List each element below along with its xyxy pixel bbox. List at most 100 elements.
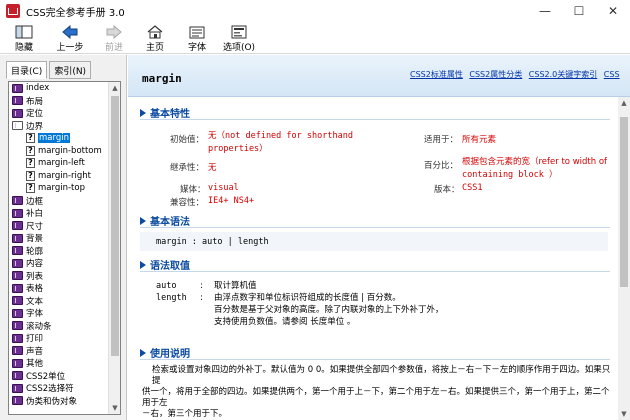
link-css[interactable]: CSS (604, 70, 620, 79)
scroll-up-icon[interactable]: ▲ (109, 82, 120, 94)
initial-value: 无（not defined for shorthand (208, 129, 353, 141)
maximize-button[interactable]: ☐ (562, 0, 596, 22)
value-row-length-cont2: 支持使用负数值。请参阅 长度单位 。 (214, 317, 356, 327)
tree-item-background[interactable]: 背景 (9, 232, 109, 245)
help-page-icon: ? (26, 170, 35, 181)
tree-item-label: 其他 (26, 359, 44, 370)
tree-item-padding[interactable]: 补白 (9, 207, 109, 220)
forward-arrow-icon (105, 24, 123, 40)
tree-item-margin-bottom[interactable]: ? margin-bottom (9, 145, 109, 158)
percent-value-cont: containing block ） (462, 170, 558, 180)
tree-item-margin-right[interactable]: ? margin-right (9, 170, 109, 183)
tree-item-table[interactable]: 表格 (9, 282, 109, 295)
tab-index[interactable]: 索引(N) (49, 61, 92, 79)
value-desc: 取计算机值 (214, 281, 257, 291)
value-key: auto (156, 281, 177, 291)
content-pane: margin CSS2标准属性 CSS2属性分类 CSS2.0关键字索引 CSS… (128, 55, 630, 420)
value-row-length: length: 由浮点数字和单位标识符组成的长度值 | 百分数。 (156, 291, 401, 303)
book-icon (12, 271, 23, 281)
tree-item-label: 列表 (26, 271, 44, 282)
book-icon (12, 83, 23, 93)
value-key: length (156, 293, 187, 303)
back-button[interactable]: 上一步 (50, 22, 90, 53)
tree-item-pseudo-classes[interactable]: 伪类和伪对象 (9, 395, 109, 408)
close-button[interactable]: ✕ (596, 0, 630, 22)
help-page-icon: ? (26, 145, 35, 156)
tree-item-label: 布局 (26, 96, 44, 107)
scroll-up-icon[interactable]: ▲ (618, 97, 630, 109)
help-page-icon: ? (26, 133, 35, 144)
inherited-label: 继承性： (170, 163, 205, 173)
value-colon: : (200, 281, 203, 291)
tree-item-positioning[interactable]: 定位 (9, 107, 109, 120)
tree-item-index[interactable]: index (9, 82, 109, 95)
initial-value-cont: properties） (208, 142, 268, 154)
tree-item-size[interactable]: 尺寸 (9, 220, 109, 233)
scroll-down-icon[interactable]: ▼ (618, 408, 630, 420)
link-css2-keyword-index[interactable]: CSS2.0关键字索引 (529, 70, 597, 79)
section-label: 基本特性 (150, 109, 190, 120)
book-icon (12, 283, 23, 293)
usage-line: 检索或设置对象四边的外补丁。默认值为 0 0。如果提供全部四个参数值，将按上－右… (152, 365, 611, 386)
page-title: margin (142, 72, 182, 85)
back-arrow-icon (61, 24, 79, 40)
tree-item-layout[interactable]: 布局 (9, 95, 109, 108)
percent-label: 百分比： (424, 161, 459, 171)
book-icon (12, 396, 23, 406)
applies-label: 适用于： (424, 135, 459, 145)
forward-button[interactable]: 前进 (96, 22, 132, 53)
content-scrollbar[interactable]: ▲ ▼ (618, 97, 630, 420)
help-page-icon: ? (26, 158, 35, 169)
section-arrow-icon (140, 108, 146, 117)
tree-scrollbar[interactable]: ▲ ▼ (108, 82, 120, 414)
app-book-icon (6, 4, 20, 18)
tree-item-label: 尺寸 (26, 221, 44, 232)
section-arrow-icon (140, 260, 146, 269)
tree-item-margin-left[interactable]: ? margin-left (9, 157, 109, 170)
section-label: 使用说明 (150, 349, 190, 360)
syntax-text: margin : auto | length (156, 237, 269, 247)
home-label: 主页 (145, 43, 164, 53)
media-label: 媒体： (180, 185, 206, 195)
font-button[interactable]: 字体 (182, 22, 212, 53)
minimize-button[interactable]: — (528, 0, 562, 22)
tree-item-label: 定位 (26, 109, 44, 120)
tree-item-label: 打印 (26, 334, 44, 345)
book-icon (12, 333, 23, 343)
value-row-auto: auto: 取计算机值 (156, 279, 257, 291)
tree-item-label: 轮廓 (26, 246, 44, 257)
options-button[interactable]: 选项(O) (222, 22, 256, 53)
tree-item-text[interactable]: 文本 (9, 295, 109, 308)
open-book-icon (12, 121, 23, 131)
tree-item-print[interactable]: 打印 (9, 332, 109, 345)
tree-item-scrollbar[interactable]: 滚动条 (9, 320, 109, 333)
tree-item-css2-selectors[interactable]: CSS2选择符 (9, 382, 109, 395)
link-css2-categories[interactable]: CSS2属性分类 (469, 70, 522, 79)
tree-item-margin[interactable]: ? margin (9, 132, 109, 145)
scroll-down-icon[interactable]: ▼ (109, 402, 120, 414)
book-icon (12, 258, 23, 268)
tree-item-font[interactable]: 字体 (9, 307, 109, 320)
tab-contents[interactable]: 目录(C) (6, 61, 48, 79)
tree-item-other[interactable]: 其他 (9, 357, 109, 370)
hide-button[interactable]: 隐藏 (6, 22, 42, 53)
tree-item-css2-units[interactable]: CSS2单位 (9, 370, 109, 383)
applies-value: 所有元素 (462, 135, 497, 145)
link-css2-standard[interactable]: CSS2标准属性 (410, 70, 463, 79)
content-scroll-thumb[interactable] (620, 117, 628, 287)
home-button[interactable]: 主页 (140, 22, 170, 53)
tree-scroll-thumb[interactable] (111, 96, 119, 356)
tree-item-margin-group[interactable]: 边界 (9, 120, 109, 133)
tree-item-content[interactable]: 内容 (9, 257, 109, 270)
tree-item-list[interactable]: 列表 (9, 270, 109, 283)
help-page-icon: ? (26, 183, 35, 194)
tree-item-aural[interactable]: 声音 (9, 345, 109, 358)
section-label: 语法取值 (150, 261, 190, 272)
tree-item-margin-top[interactable]: ? margin-top (9, 182, 109, 195)
options-label: 选项(O) (222, 43, 256, 53)
book-icon (12, 358, 23, 368)
tree-item-border[interactable]: 边框 (9, 195, 109, 208)
tree-item-outline[interactable]: 轮廓 (9, 245, 109, 258)
book-icon (12, 371, 23, 381)
section-values-title: 语法取值 (140, 257, 190, 272)
